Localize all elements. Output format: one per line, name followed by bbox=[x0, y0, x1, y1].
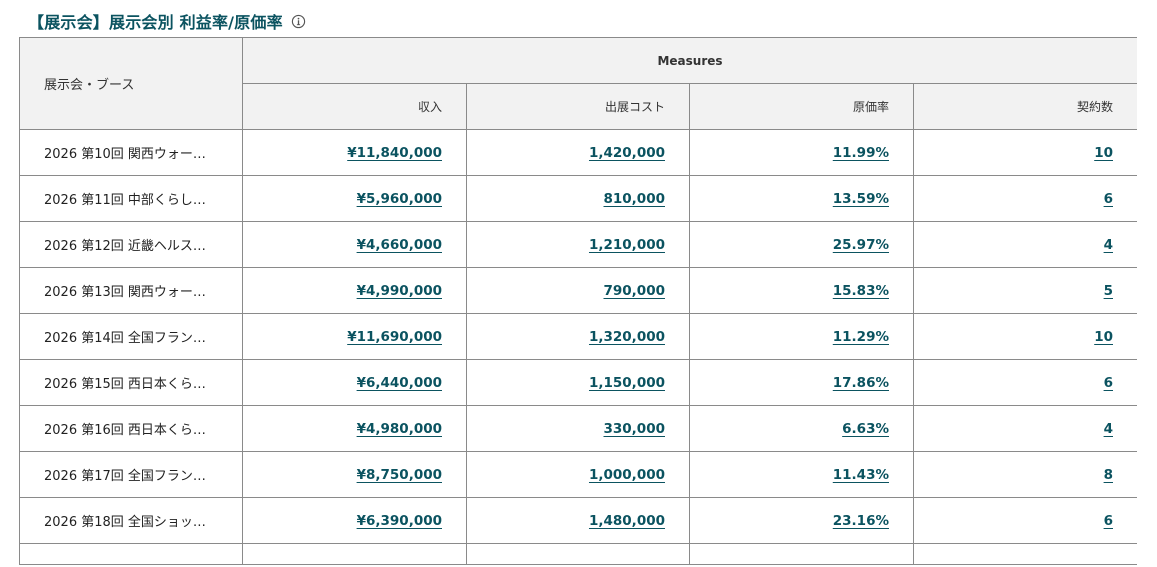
info-icon[interactable] bbox=[291, 13, 307, 29]
row-exhibition-name: 2026 第10回 関西ウォー… bbox=[19, 129, 243, 176]
rate-link[interactable]: 13.59% bbox=[833, 191, 889, 207]
cost-link[interactable]: 810,000 bbox=[604, 191, 666, 207]
contracts-link[interactable]: 10 bbox=[1094, 329, 1113, 345]
rate-link[interactable]: 11.99% bbox=[833, 145, 889, 161]
cost-link[interactable]: 1,000,000 bbox=[589, 467, 665, 483]
cost-link[interactable]: 1,210,000 bbox=[589, 237, 665, 253]
table-row: 2026 第17回 全国フラン… ¥8,750,000 1,000,000 11… bbox=[19, 451, 1137, 498]
revenue-link[interactable]: ¥4,990,000 bbox=[357, 283, 442, 299]
revenue-link[interactable]: ¥6,390,000 bbox=[357, 513, 442, 529]
header-revenue[interactable]: 収入 bbox=[242, 83, 467, 130]
table-row: 2026 第15回 西日本くら… ¥6,440,000 1,150,000 17… bbox=[19, 359, 1137, 406]
contracts-link[interactable]: 6 bbox=[1104, 513, 1113, 529]
table-row: 2026 第12回 近畿ヘルスケ… ¥4,660,000 1,210,000 2… bbox=[19, 221, 1137, 268]
cost-link[interactable]: 790,000 bbox=[604, 283, 666, 299]
rate-link[interactable]: 11.29% bbox=[833, 329, 889, 345]
contracts-link[interactable]: 4 bbox=[1104, 237, 1113, 253]
row-exhibition-name: 2026 第18回 全国ショッ… bbox=[19, 497, 243, 544]
cost-link[interactable]: 1,480,000 bbox=[589, 513, 665, 529]
table-row: 2026 第13回 関西ウォー… ¥4,990,000 790,000 15.8… bbox=[19, 267, 1137, 314]
table-row: 2026 第18回 全国ショッ… ¥6,390,000 1,480,000 23… bbox=[19, 497, 1137, 544]
rate-link[interactable]: 25.97% bbox=[833, 237, 889, 253]
revenue-link[interactable]: ¥11,840,000 bbox=[347, 145, 442, 161]
revenue-link[interactable]: ¥8,750,000 bbox=[357, 467, 442, 483]
row-exhibition-name: 2026 第16回 西日本くら… bbox=[19, 405, 243, 452]
report-header: 【展示会】展示会別 利益率/原価率 bbox=[28, 9, 307, 33]
header-exhibit-cost[interactable]: 出展コスト bbox=[466, 83, 690, 130]
row-exhibition-name: 2026 第11回 中部くらしの… bbox=[19, 175, 243, 222]
contracts-link[interactable]: 10 bbox=[1094, 145, 1113, 161]
measures-group-header: Measures bbox=[242, 37, 1137, 84]
revenue-link[interactable]: ¥6,440,000 bbox=[357, 375, 442, 391]
rate-link[interactable]: 15.83% bbox=[833, 283, 889, 299]
contracts-link[interactable]: 6 bbox=[1104, 191, 1113, 207]
contracts-link[interactable]: 5 bbox=[1104, 283, 1113, 299]
dimension-header[interactable]: 展示会・ブース bbox=[19, 37, 243, 130]
revenue-link[interactable]: ¥4,980,000 bbox=[357, 421, 442, 437]
table-row: 2026 第16回 西日本くら… ¥4,980,000 330,000 6.63… bbox=[19, 405, 1137, 452]
header-contracts[interactable]: 契約数 bbox=[913, 83, 1137, 130]
row-exhibition-name: 2026 第12回 近畿ヘルスケ… bbox=[19, 221, 243, 268]
revenue-link[interactable]: ¥11,690,000 bbox=[347, 329, 442, 345]
rate-link[interactable]: 17.86% bbox=[833, 375, 889, 391]
row-exhibition-name: 2026 第15回 西日本くら… bbox=[19, 359, 243, 406]
contracts-link[interactable]: 6 bbox=[1104, 375, 1113, 391]
header-cost-rate[interactable]: 原価率 bbox=[689, 83, 914, 130]
pivot-table: 展示会・ブース Measures 収入 出展コスト 原価率 契約数 2026 第… bbox=[19, 37, 1137, 565]
table-row: 2026 第14回 全国フラン… ¥11,690,000 1,320,000 1… bbox=[19, 313, 1137, 360]
rate-link[interactable]: 23.16% bbox=[833, 513, 889, 529]
rate-link[interactable]: 11.43% bbox=[833, 467, 889, 483]
rate-link[interactable]: 6.63% bbox=[842, 421, 889, 437]
cost-link[interactable]: 330,000 bbox=[604, 421, 666, 437]
cost-link[interactable]: 1,320,000 bbox=[589, 329, 665, 345]
empty-cell bbox=[19, 543, 243, 565]
table-row: 2026 第11回 中部くらしの… ¥5,960,000 810,000 13.… bbox=[19, 175, 1137, 222]
empty-cell bbox=[242, 543, 467, 565]
contracts-link[interactable]: 8 bbox=[1104, 467, 1113, 483]
revenue-link[interactable]: ¥4,660,000 bbox=[357, 237, 442, 253]
empty-cell bbox=[689, 543, 914, 565]
row-exhibition-name: 2026 第13回 関西ウォー… bbox=[19, 267, 243, 314]
pivot-table-container[interactable]: 展示会・ブース Measures 収入 出展コスト 原価率 契約数 2026 第… bbox=[19, 37, 1137, 567]
table-row-partial bbox=[19, 543, 1137, 565]
table-row: 2026 第10回 関西ウォー… ¥11,840,000 1,420,000 1… bbox=[19, 129, 1137, 176]
cost-link[interactable]: 1,420,000 bbox=[589, 145, 665, 161]
report-title: 【展示会】展示会別 利益率/原価率 bbox=[28, 13, 283, 32]
empty-cell bbox=[466, 543, 690, 565]
empty-cell bbox=[913, 543, 1137, 565]
row-exhibition-name: 2026 第17回 全国フラン… bbox=[19, 451, 243, 498]
contracts-link[interactable]: 4 bbox=[1104, 421, 1113, 437]
row-exhibition-name: 2026 第14回 全国フラン… bbox=[19, 313, 243, 360]
revenue-link[interactable]: ¥5,960,000 bbox=[357, 191, 442, 207]
cost-link[interactable]: 1,150,000 bbox=[589, 375, 665, 391]
